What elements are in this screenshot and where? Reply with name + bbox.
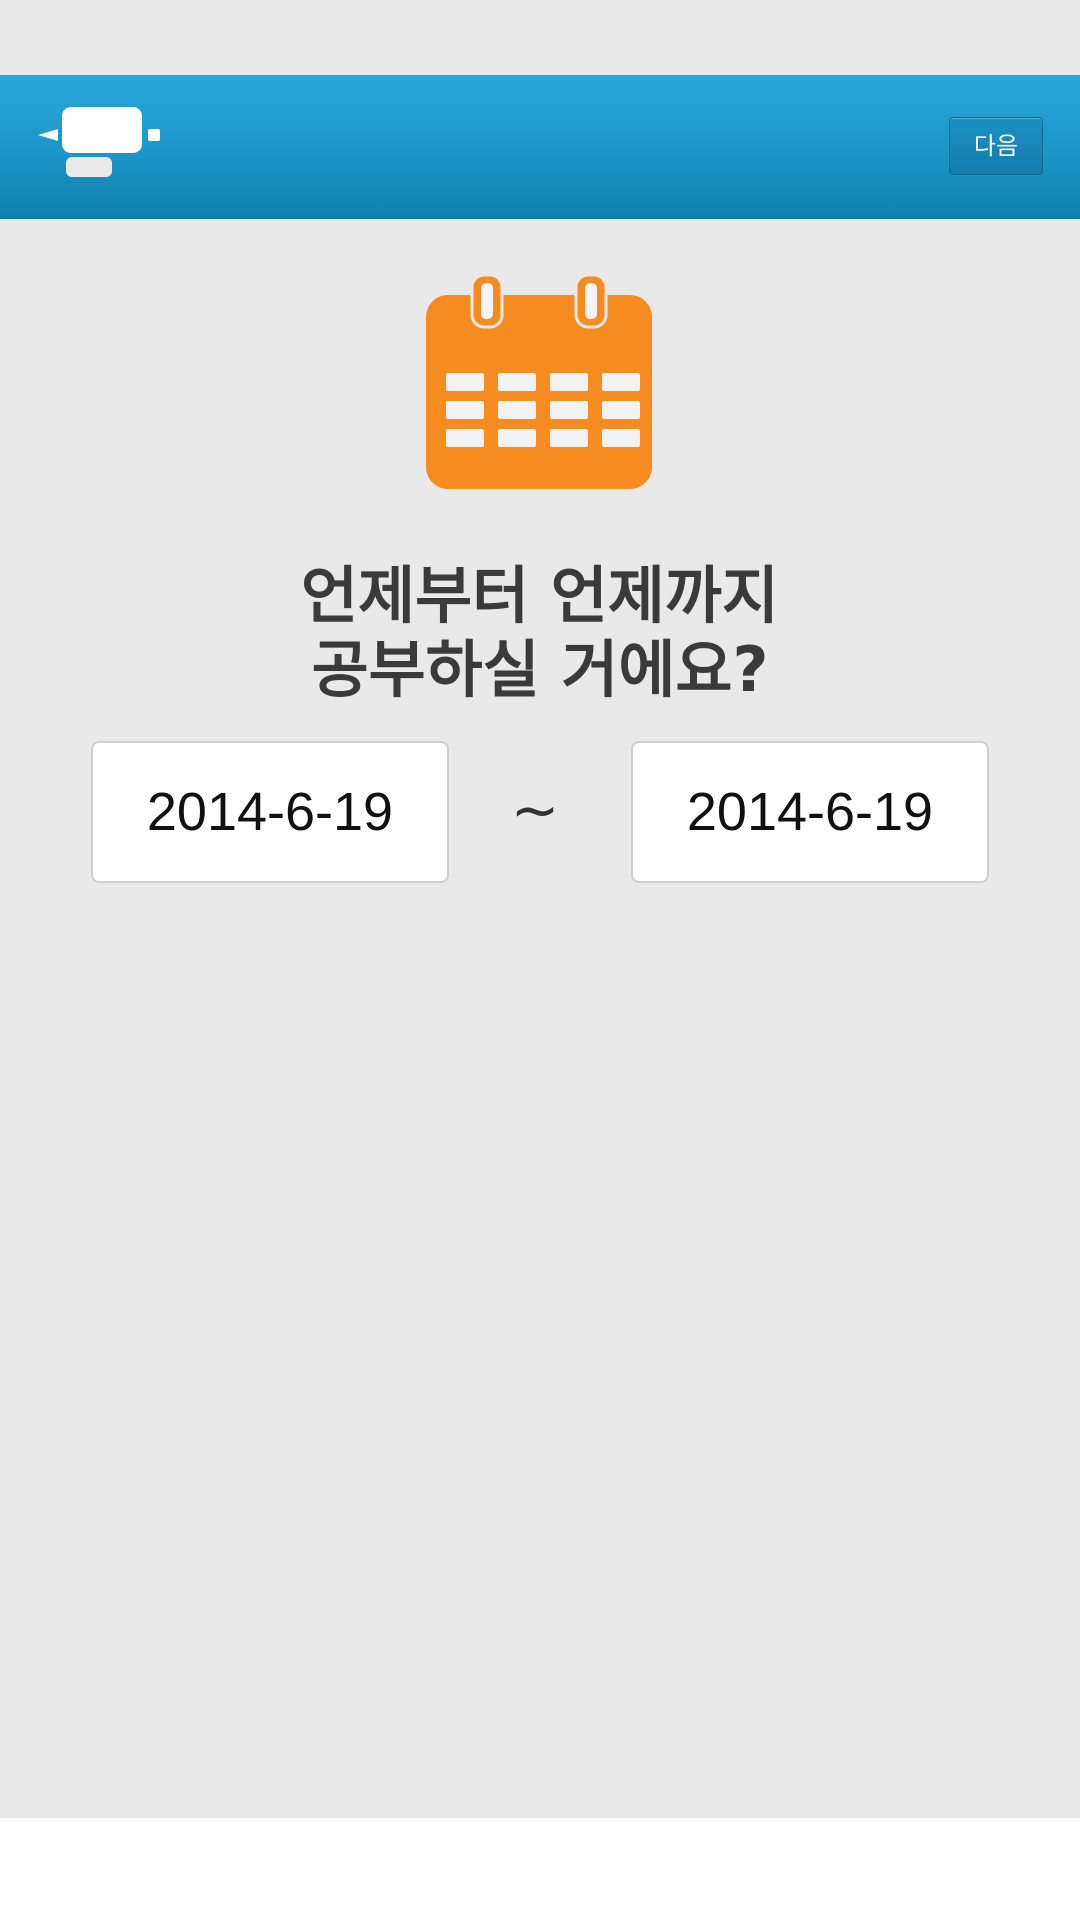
status-bar — [0, 0, 1080, 75]
question-text: 언제부터 언제까지 공부하실 거에요? — [0, 559, 1080, 707]
main-content: 언제부터 언제까지 공부하실 거에요? 2014-6-19 ~ 2014-6-1… — [0, 219, 1080, 1818]
end-date-field[interactable]: 2014-6-19 — [631, 741, 989, 883]
start-date-field[interactable]: 2014-6-19 — [91, 741, 449, 883]
date-separator: ~ — [510, 776, 560, 844]
question-line-1: 언제부터 언제까지 — [301, 559, 779, 632]
calendar-icon — [426, 275, 652, 489]
bottom-area — [0, 1818, 1080, 1920]
monitor-icon — [38, 107, 160, 177]
next-button[interactable]: 다음 — [949, 117, 1043, 175]
app-bar: 다음 — [0, 75, 1080, 220]
question-line-2: 공부하실 거에요? — [311, 633, 769, 706]
